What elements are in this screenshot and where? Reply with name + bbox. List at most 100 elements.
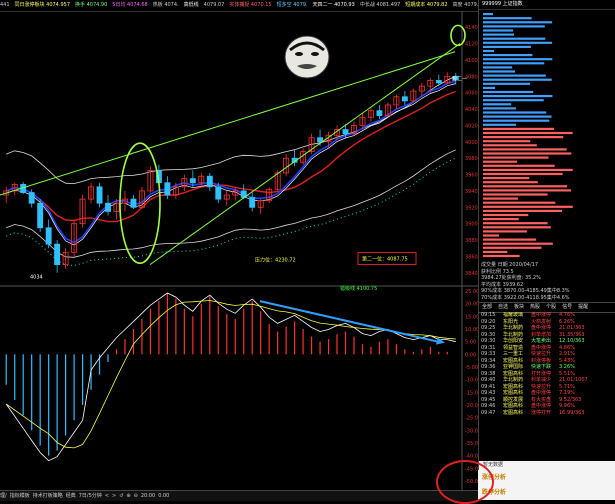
- chip-bar: [483, 25, 545, 28]
- chip-bar: [483, 140, 531, 143]
- chip-bar: [483, 193, 548, 196]
- chip-bar: [483, 86, 496, 89]
- chip-bar: [483, 156, 549, 159]
- price-tick-label: 4060: [465, 91, 478, 97]
- chip-bar: [483, 119, 550, 122]
- chip-bar: [483, 160, 518, 163]
- signal-tab[interactable]: 板块: [514, 304, 524, 310]
- signal-tab[interactable]: 热股: [530, 304, 540, 310]
- gu-label: 股二一: [452, 76, 467, 82]
- candle-body: [54, 243, 61, 266]
- candle-body: [215, 186, 222, 200]
- chip-bar: [483, 222, 548, 225]
- chip-bar: [483, 49, 495, 53]
- stat-line: 成交量 日期 2020/04/17: [481, 262, 538, 268]
- chip-bar: [483, 82, 531, 85]
- macd-tick-label: 25.00: [465, 289, 478, 295]
- signal-tab[interactable]: 个股: [546, 304, 556, 310]
- limit-down-title: 跌停分析: [482, 489, 507, 496]
- trend-line-upper: [0, 51, 456, 196]
- candle-body: [28, 192, 35, 204]
- price-tick-label: 3880: [465, 238, 478, 244]
- chip-bar: [483, 226, 551, 229]
- price-tick-label: 3920: [465, 205, 478, 211]
- status-item[interactable]: 指标模板: [10, 493, 30, 499]
- chip-bar: [483, 99, 544, 102]
- chip-bar: [483, 74, 546, 77]
- candle-body: [37, 202, 44, 229]
- indicator-value: 高度 4079.02: [452, 2, 478, 8]
- candle-body: [45, 227, 52, 245]
- price-tick-label: 3960: [465, 173, 478, 179]
- indicator-value: 短多空 4079.: [276, 2, 308, 8]
- status-item[interactable]: <: [105, 493, 109, 499]
- signal-tab[interactable]: 自选: [498, 304, 508, 310]
- stat-line: 70%成本 3922.00-4118.95集中4.6%: [481, 294, 570, 301]
- status-item[interactable]: >: [112, 493, 116, 499]
- chip-bar: [483, 164, 555, 167]
- status-item[interactable]: 经典: [66, 493, 76, 499]
- chip-bar: [483, 103, 512, 106]
- second-level-label: 第二一位：4087.75: [362, 255, 408, 262]
- highlight-circle: [436, 460, 494, 504]
- signal-row[interactable]: 09:47 宏图高科 涨停打开 16.99/363: [479, 410, 615, 417]
- chip-bar: [483, 90, 534, 94]
- status-item[interactable]: 持术打板策略: [33, 493, 63, 499]
- status-item[interactable]: 20:00: [141, 493, 155, 499]
- status-item[interactable]: 0.00: [158, 493, 169, 499]
- stat-line: 90%成本 3870.00-4185.49集中8.3%: [481, 288, 570, 294]
- signal-tab[interactable]: 全部: [482, 304, 492, 310]
- macd-tick-label: -20.00: [465, 403, 478, 409]
- chip-bar: [483, 152, 572, 155]
- indicator-value: 天四二一 4070.93: [312, 2, 355, 8]
- macd-tick-label: -25.00: [465, 416, 478, 422]
- signal-tab[interactable]: 提醒: [578, 304, 588, 310]
- candlestick-chart[interactable]: 4140412041004080406040404020400039803960…: [0, 11, 478, 501]
- status-item[interactable]: 理/: [0, 493, 7, 499]
- chip-bar: [483, 70, 515, 73]
- chip-bar: [483, 172, 563, 176]
- candle-body: [376, 110, 383, 117]
- chip-bar: [483, 45, 531, 48]
- chip-bar: [483, 218, 519, 221]
- chip-bar: [483, 21, 553, 24]
- pressure-label: 压力位：4230.72: [255, 256, 296, 263]
- chip-bar: [483, 115, 552, 118]
- indicator-value: 热板 4074.: [152, 2, 179, 8]
- lower-band-line: [6, 149, 456, 258]
- candle-body: [189, 178, 196, 184]
- chip-bar: [483, 127, 554, 130]
- chip-bar: [483, 148, 567, 151]
- price-tick-label: 3940: [465, 189, 478, 195]
- chip-bar: [483, 41, 552, 44]
- chip-bar: [483, 246, 542, 249]
- chip-bar: [483, 177, 530, 180]
- candle-body: [435, 80, 442, 84]
- signal-tab[interactable]: 信号: [562, 304, 572, 310]
- signal-type: 涨停打开: [531, 409, 552, 416]
- status-item[interactable]: ⊕: [126, 493, 130, 499]
- status-item[interactable]: 7日/5分钟: [79, 493, 102, 499]
- status-item[interactable]: ↺: [119, 493, 123, 499]
- chip-bar: [483, 95, 553, 98]
- chip-bar: [483, 13, 493, 16]
- price-tick-label: 3840: [465, 271, 478, 277]
- chip-bar: [483, 254, 520, 258]
- highlight-circle-top: [450, 24, 466, 47]
- macd-tick-label: 0.00: [465, 352, 476, 358]
- notice: 暂无数据: [479, 461, 615, 470]
- macd-tick-label: -10.00: [465, 378, 478, 384]
- stat-line: 平均成本 3939.62: [481, 281, 524, 288]
- candle-body: [105, 202, 111, 212]
- candle-body: [317, 137, 323, 143]
- status-item[interactable]: ⊖: [134, 493, 138, 499]
- support-label: 错级线 4100.75: [340, 285, 377, 292]
- macd-tick-label: -40.00: [465, 454, 478, 460]
- price-tick-label: 3980: [465, 156, 478, 162]
- signal-name: 宏图高科: [503, 409, 524, 416]
- indicator-value: 同日涨停板块 4074.957: [14, 2, 70, 8]
- chip-bar: [483, 197, 519, 200]
- cost-stats: 成交量 日期 2020/04/17 获利比例 73.5 3984.27处获利盘: 3…: [479, 262, 615, 302]
- chip-bar: [483, 111, 547, 114]
- signal-list: 09:15 福耀玻璃 盘中涨停 4.76% 09:20 东阳光 火箭发射 6.26% 09:25…: [479, 312, 615, 460]
